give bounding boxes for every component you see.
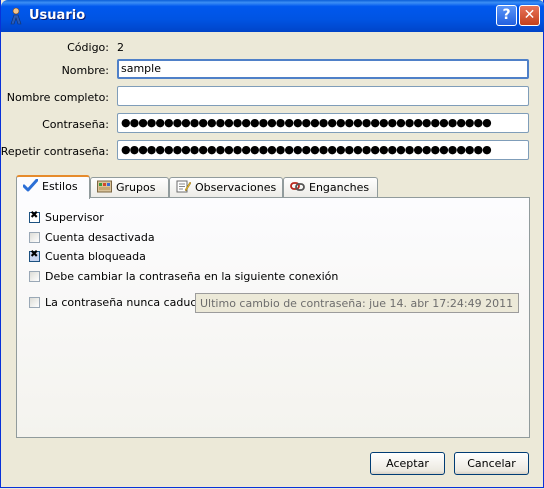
close-button[interactable]: ✕ [519,5,540,26]
supervisor-checkbox[interactable] [29,210,40,223]
tab-observaciones[interactable]: Observaciones [169,177,283,198]
usuario-dialog: Usuario ? ✕ Código: 2 Nombre: sample Nom… [0,0,544,488]
estilos-panel: Supervisor Cuenta desactivada Cuenta blo… [16,197,530,438]
aceptar-button[interactable]: Aceptar [370,452,445,475]
supervisor-label[interactable]: Supervisor [45,211,104,224]
contrasena-input[interactable]: ●●●●●●●●●●●●●●●●●●●●●●●●●●●●●●●●●●●●●●●●… [117,113,529,133]
window-title: Usuario [29,8,86,23]
ultimo-cambio-field: Ultimo cambio de contraseña: jue 14. abr… [195,293,519,313]
nombre-completo-label: Nombre completo: [6,91,109,104]
nombre-input[interactable]: sample [117,59,529,79]
cuenta-desactivada-label[interactable]: Cuenta desactivada [45,231,155,244]
tab-label: Estilos [42,180,78,193]
codigo-value: 2 [117,41,124,54]
cuenta-desactivada-checkbox[interactable] [29,232,40,243]
cuenta-bloqueada-checkbox[interactable] [29,249,40,262]
tab-estilos[interactable]: Estilos [16,175,90,199]
nombre-completo-input[interactable] [117,86,529,106]
debe-cambiar-label[interactable]: Debe cambiar la contraseña en la siguien… [45,270,338,283]
cuenta-bloqueada-label[interactable]: Cuenta bloqueada [45,250,146,263]
tab-label: Grupos [116,181,156,194]
nunca-caduca-label[interactable]: La contraseña nunca caduca [45,296,203,309]
checkmark-icon [23,179,38,192]
title-bar[interactable]: Usuario ? ✕ [1,0,544,32]
help-button[interactable]: ? [496,5,517,26]
cancelar-button[interactable]: Cancelar [454,452,529,475]
notes-icon [176,180,191,193]
tab-grupos[interactable]: Grupos [90,177,169,198]
repetir-contrasena-label: Repetir contraseña: [0,145,109,158]
repetir-contrasena-input[interactable]: ●●●●●●●●●●●●●●●●●●●●●●●●●●●●●●●●●●●●●●●●… [117,140,529,160]
groups-icon [97,180,112,193]
user-icon [10,7,22,25]
tab-enganches[interactable]: Enganches [283,177,378,198]
nunca-caduca-checkbox[interactable] [29,297,40,308]
tab-label: Enganches [309,181,370,194]
codigo-label: Código: [67,41,109,54]
tab-label: Observaciones [195,181,277,194]
chain-links-icon [290,182,305,191]
debe-cambiar-checkbox[interactable] [29,271,40,282]
contrasena-label: Contraseña: [42,118,109,131]
nombre-label: Nombre: [61,64,109,77]
